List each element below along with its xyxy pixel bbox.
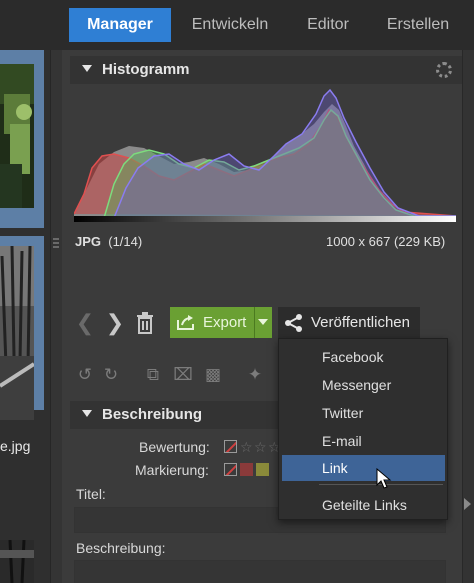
histogram-title: Histogramm <box>102 61 190 78</box>
share-menu: Facebook Messenger Twitter E-mail Link G… <box>278 338 448 520</box>
menu-item-link[interactable]: Link <box>282 455 445 481</box>
description-title: Beschreibung <box>102 406 203 423</box>
splitter-grip-icon[interactable] <box>53 238 59 252</box>
menu-item-shared-links[interactable]: Geteilte Links <box>282 492 445 518</box>
edit-tools-row: ↺ ↻ ⧉ ⌧ ▩ ✦ <box>72 363 282 389</box>
star-icon[interactable]: ☆ <box>254 439 267 456</box>
thumbnail-dark-trees[interactable] <box>0 246 34 420</box>
histogram-header[interactable]: Histogramm <box>70 56 462 84</box>
export-separator <box>254 307 255 338</box>
image-format-info: JPG (1/14) <box>75 234 142 249</box>
remove-copy-icon[interactable]: ⌧ <box>172 363 194 387</box>
star-icon[interactable]: ☆ <box>240 439 253 456</box>
stack-icon[interactable]: ▩ <box>202 363 224 387</box>
tab-editor[interactable]: Editor <box>292 8 364 42</box>
mouse-cursor-icon <box>376 468 392 489</box>
next-icon[interactable]: ❯ <box>104 308 126 338</box>
filmstrip: e.jpg <box>0 50 50 583</box>
share-icon <box>285 314 302 332</box>
panel-splitter[interactable] <box>50 50 62 583</box>
export-label: Export <box>203 314 247 331</box>
histogram-settings-icon[interactable] <box>436 62 452 78</box>
rating-label: Bewertung: <box>139 439 210 455</box>
rating-clear-icon[interactable] <box>224 440 237 453</box>
thumbnail-next[interactable] <box>0 540 34 583</box>
tab-entwickeln[interactable]: Entwickeln <box>178 8 282 42</box>
copy-icon[interactable]: ⧉ <box>142 363 164 387</box>
thumbnail-forest[interactable] <box>0 64 34 208</box>
image-index: (1/14) <box>108 234 143 249</box>
image-format: JPG <box>75 234 102 249</box>
collapse-triangle-icon <box>82 64 92 72</box>
marking-yellow-swatch[interactable] <box>256 463 269 476</box>
marking-label: Markierung: <box>135 462 209 478</box>
rotate-right-icon[interactable]: ↻ <box>100 363 122 387</box>
collapse-triangle-icon <box>82 409 92 417</box>
menu-item-twitter[interactable]: Twitter <box>282 400 445 426</box>
marking-clear-icon[interactable] <box>224 463 237 476</box>
export-button[interactable]: Export <box>170 307 272 338</box>
publish-label: Veröffentlichen <box>311 314 410 331</box>
export-dropdown-icon[interactable] <box>258 319 268 325</box>
description-input[interactable] <box>74 560 446 583</box>
thumbnail-caption: e.jpg <box>0 438 31 454</box>
marking-red-swatch[interactable] <box>240 463 253 476</box>
menu-item-messenger[interactable]: Messenger <box>282 372 445 398</box>
tab-manager[interactable]: Manager <box>69 8 171 42</box>
publish-button[interactable]: Veröffentlichen <box>278 307 420 338</box>
menu-item-facebook[interactable]: Facebook <box>282 344 445 370</box>
magic-wand-icon[interactable]: ✦ <box>244 363 266 387</box>
histogram-chart <box>73 84 457 224</box>
top-tab-bar: Manager Entwickeln Editor Erstellen <box>0 0 474 50</box>
menu-item-email[interactable]: E-mail <box>282 428 445 454</box>
expand-right-icon[interactable] <box>464 498 471 510</box>
description-header[interactable]: Beschreibung <box>70 401 290 429</box>
tab-erstellen[interactable]: Erstellen <box>375 8 461 42</box>
export-icon <box>177 315 194 330</box>
title-label: Titel: <box>76 486 106 502</box>
rotate-left-icon[interactable]: ↺ <box>74 363 96 387</box>
description-label: Beschreibung: <box>76 540 166 556</box>
previous-icon[interactable]: ❮ <box>74 308 96 338</box>
image-dimensions: 1000 x 667 (229 KB) <box>326 234 446 249</box>
delete-trash-icon[interactable] <box>134 308 156 338</box>
